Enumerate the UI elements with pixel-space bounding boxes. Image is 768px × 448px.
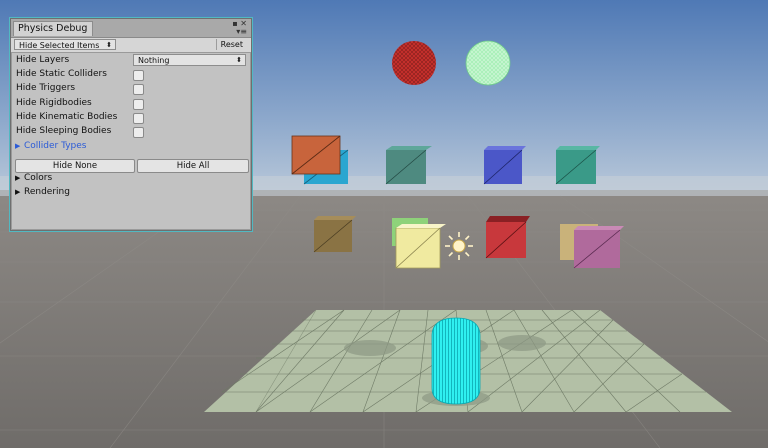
orange-cube	[291, 135, 341, 175]
rendering-label: Rendering	[24, 187, 70, 197]
purple-cube	[573, 226, 624, 269]
hide-none-button[interactable]: Hide None	[15, 159, 135, 173]
tab-physics-debug[interactable]: Physics Debug	[13, 21, 93, 36]
rendering-foldout[interactable]: ▶ Rendering	[15, 186, 70, 199]
green-sphere	[465, 40, 511, 86]
hide-layers-dropdown[interactable]: Nothing ⬍	[133, 54, 246, 66]
dropdown-arrow-icon: ⬍	[106, 41, 112, 49]
teal-cube	[385, 146, 432, 185]
hide-rigidbodies-checkbox[interactable]	[133, 99, 144, 110]
teal-cube-right	[555, 146, 600, 185]
hide-layers-value: Nothing	[138, 56, 170, 65]
directional-light-icon[interactable]	[444, 231, 474, 261]
hide-triggers-checkbox[interactable]	[133, 84, 144, 95]
hide-kinematic-bodies-label: Hide Kinematic Bodies	[16, 112, 118, 122]
dropdown-arrow-icon: ⬍	[236, 56, 242, 64]
colors-foldout[interactable]: ▶ Colors	[15, 172, 52, 185]
collider-types-foldout[interactable]: ▶ Collider Types	[15, 140, 86, 153]
hide-static-colliders-label: Hide Static Colliders	[16, 69, 107, 79]
reset-button[interactable]: Reset	[215, 39, 247, 50]
window-tab-bar: Physics Debug ▪ ✕ ▾≡	[11, 19, 251, 38]
hide-selected-items-dropdown[interactable]: Hide Selected Items ⬍	[14, 39, 116, 50]
hide-triggers-label: Hide Triggers	[16, 83, 76, 93]
colors-label: Colors	[24, 173, 53, 183]
brown-cube	[313, 216, 356, 253]
blue-cube	[483, 146, 526, 185]
hide-layers-label: Hide Layers	[16, 55, 70, 65]
foldout-arrow-icon: ▶	[15, 174, 21, 182]
red-sphere	[392, 41, 436, 85]
capsule	[431, 317, 481, 405]
hide-selected-items-label: Hide Selected Items	[19, 41, 100, 50]
hide-static-colliders-checkbox[interactable]	[133, 70, 144, 81]
yellow-cube	[395, 224, 446, 269]
hide-rigidbodies-label: Hide Rigidbodies	[16, 98, 92, 108]
collider-types-label: Collider Types	[24, 141, 87, 151]
window-menu-icon[interactable]: ▪ ✕ ▾≡	[232, 20, 247, 36]
foldout-arrow-icon: ▶	[15, 188, 21, 196]
hide-sleeping-bodies-label: Hide Sleeping Bodies	[16, 126, 112, 136]
foldout-arrow-icon: ▶	[15, 142, 21, 150]
window-toolbar: Hide Selected Items ⬍ Reset	[11, 38, 251, 53]
hide-kinematic-bodies-checkbox[interactable]	[133, 113, 144, 124]
hide-all-button[interactable]: Hide All	[137, 159, 249, 173]
hide-sleeping-bodies-checkbox[interactable]	[133, 127, 144, 138]
physics-debug-window: Physics Debug ▪ ✕ ▾≡ Hide Selected Items …	[10, 18, 252, 231]
red-cube	[485, 216, 530, 259]
